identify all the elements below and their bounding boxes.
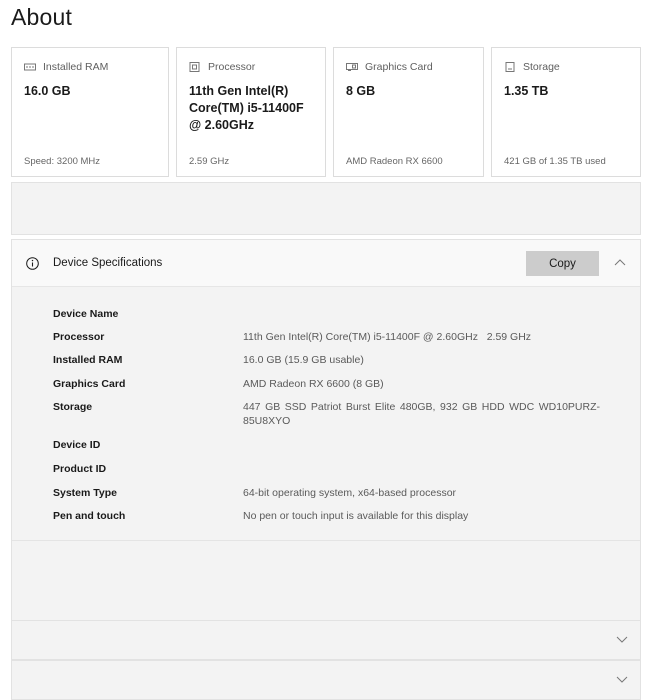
card-value: 16.0 GB [24,84,71,98]
storage-card: Storage 1.35 TB 421 GB of 1.35 TB used [491,47,641,177]
spec-value: 11th Gen Intel(R) Core(TM) i5-11400F @ 2… [243,331,532,343]
spec-label: Graphics Card [53,378,126,390]
card-subtext: 421 GB of 1.35 TB used [504,156,606,167]
spec-label: Installed RAM [53,354,123,366]
processor-icon [189,62,200,72]
card-value: 8 GB [346,84,376,98]
installed-ram-card: Installed RAM 16.0 GB Speed: 3200 MHz [11,47,169,177]
page-title: About [11,4,73,30]
spec-label: Product ID [53,463,107,475]
info-icon [26,257,39,270]
card-label: Processor [208,61,256,73]
card-label: Graphics Card [365,61,433,73]
spec-label: Pen and touch [53,510,126,522]
copy-button[interactable]: Copy [526,251,599,276]
chevron-down-icon[interactable] [616,676,628,684]
spec-label: Device ID [53,439,101,451]
card-label: Storage [523,61,560,73]
card-value: 1.35 TB [504,84,549,98]
spec-value: 64-bit operating system, x64-based proce… [243,487,457,499]
graphics-card-icon [346,63,358,71]
hardware-summary-cards: Installed RAM 16.0 GB Speed: 3200 MHz Pr… [11,47,641,177]
device-specifications-title: Device Specifications [53,257,163,269]
spec-label: Storage [53,401,93,413]
card-subtext: AMD Radeon RX 6600 [346,156,443,167]
device-specifications-header[interactable]: Device Specifications Copy [12,240,640,287]
spec-value: No pen or touch input is available for t… [243,510,469,522]
chevron-down-icon[interactable] [616,636,628,644]
ram-icon [24,63,36,71]
graphics-card-card: Graphics Card 8 GB AMD Radeon RX 6600 [333,47,484,177]
storage-icon [505,62,515,72]
spec-label: Device Name [53,308,119,320]
processor-card: Processor 11th Gen Intel(R) Core(TM) i5-… [176,47,326,177]
spec-label: System Type [53,487,117,499]
card-subtext: 2.59 GHz [189,156,230,167]
collapsed-section-1[interactable] [11,620,641,660]
device-specifications-panel: Device Specifications Copy Device Name P… [11,239,641,621]
card-subtext: Speed: 3200 MHz [24,156,101,167]
card-value: 11th Gen Intel(R) Core(TM) i5-11400F @ 2… [189,84,304,132]
spec-value: 16.0 GB (15.9 GB usable) [243,354,364,366]
blank-panel [11,182,641,235]
spec-value: AMD Radeon RX 6600 (8 GB) [243,378,384,390]
chevron-up-icon[interactable] [614,258,626,266]
spec-value: 447 GB SSD Patriot Burst Elite 480GB, 93… [243,401,600,427]
collapsed-section-2[interactable] [11,660,641,700]
divider [12,540,640,541]
card-label: Installed RAM [43,61,109,73]
spec-label: Processor [53,331,105,343]
